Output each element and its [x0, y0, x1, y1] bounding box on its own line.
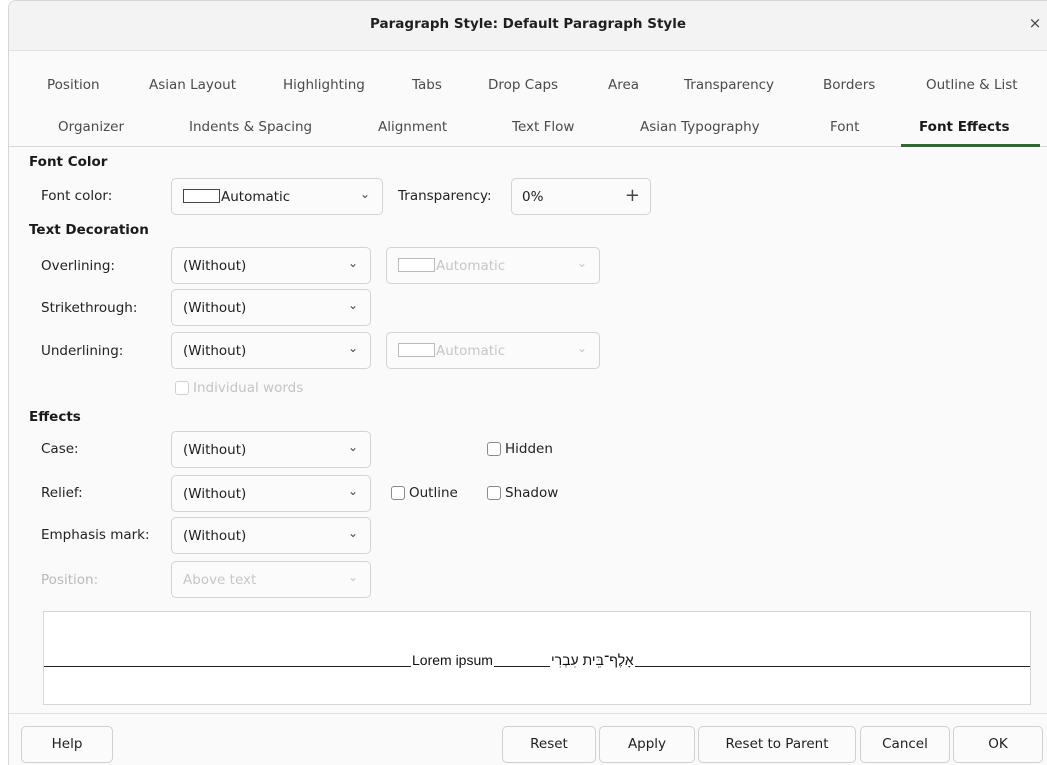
- relief-dropdown[interactable]: (Without) ⌄: [171, 475, 371, 512]
- case-label: Case:: [41, 441, 79, 457]
- tab-outline-list[interactable]: Outline & List: [926, 77, 1018, 93]
- tab-transparency[interactable]: Transparency: [684, 77, 774, 93]
- help-button[interactable]: Help: [21, 726, 113, 763]
- checkbox-box: [487, 486, 501, 500]
- dialog-title: Paragraph Style: Default Paragraph Style: [370, 16, 686, 32]
- section-font-color: Font Color: [29, 154, 108, 170]
- overlining-dropdown[interactable]: (Without) ⌄: [171, 247, 371, 284]
- font-color-dropdown[interactable]: Automatic ⌄: [171, 178, 383, 215]
- color-swatch: [183, 189, 220, 203]
- underlining-dropdown[interactable]: (Without) ⌄: [171, 332, 371, 369]
- chevron-down-icon: ⌄: [347, 440, 358, 454]
- hidden-label: Hidden: [505, 441, 553, 457]
- tab-organizer[interactable]: Organizer: [58, 119, 124, 135]
- chevron-down-icon: ⌄: [576, 341, 587, 355]
- transparency-value: 0%: [522, 189, 544, 205]
- underlining-value: (Without): [183, 343, 247, 359]
- underline-color-text: Automatic: [436, 343, 506, 359]
- tab-alignment[interactable]: Alignment: [378, 119, 447, 135]
- preview-hebrew-text: אָלֶף־בֵּית עִבְרִי: [550, 652, 635, 668]
- overlining-label: Overlining:: [41, 258, 115, 274]
- preview-baseline: [44, 666, 1030, 667]
- strikethrough-label: Strikethrough:: [41, 300, 138, 316]
- reset-to-parent-button[interactable]: Reset to Parent: [698, 726, 856, 763]
- outline-label: Outline: [409, 485, 458, 501]
- tab-indents-spacing[interactable]: Indents & Spacing: [189, 119, 312, 135]
- tab-text-flow[interactable]: Text Flow: [512, 119, 574, 135]
- case-value: (Without): [183, 442, 247, 458]
- cancel-button[interactable]: Cancel: [860, 726, 950, 763]
- overline-color-value: Automatic: [398, 258, 505, 274]
- emphasis-mark-value: (Without): [183, 528, 247, 544]
- outline-checkbox[interactable]: Outline: [391, 485, 458, 501]
- font-preview: Lorem ipsum אָלֶף־בֵּית עִבְרִי: [43, 611, 1031, 705]
- transparency-label: Transparency:: [398, 188, 492, 204]
- tab-highlighting[interactable]: Highlighting: [283, 77, 365, 93]
- relief-value: (Without): [183, 486, 247, 502]
- checkbox-box: [391, 486, 405, 500]
- font-color-value-text: Automatic: [221, 189, 291, 205]
- font-color-label: Font color:: [41, 188, 113, 204]
- overlining-value: (Without): [183, 258, 247, 274]
- chevron-down-icon: ⌄: [347, 484, 358, 498]
- strikethrough-value: (Without): [183, 300, 247, 316]
- checkbox-box: [487, 442, 501, 456]
- active-tab-indicator: [901, 144, 1040, 147]
- transparency-spinbox[interactable]: 0% +: [511, 178, 651, 215]
- position-dropdown: Above text ⌄: [171, 561, 371, 598]
- chevron-down-icon: ⌄: [347, 298, 358, 312]
- tab-font[interactable]: Font: [830, 119, 859, 135]
- checkbox-box: [175, 381, 189, 395]
- emphasis-mark-label: Emphasis mark:: [41, 527, 150, 543]
- position-label: Position:: [41, 572, 99, 588]
- chevron-down-icon: ⌄: [359, 187, 370, 201]
- overline-color-dropdown: Automatic ⌄: [386, 247, 600, 284]
- tab-area[interactable]: Area: [608, 77, 639, 93]
- hidden-checkbox[interactable]: Hidden: [487, 441, 553, 457]
- plus-icon[interactable]: +: [625, 185, 640, 206]
- tab-asian-typography[interactable]: Asian Typography: [640, 119, 760, 135]
- overline-color-text: Automatic: [436, 258, 506, 274]
- font-color-value: Automatic: [183, 189, 290, 205]
- ok-button[interactable]: OK: [953, 726, 1043, 763]
- tab-drop-caps[interactable]: Drop Caps: [488, 77, 558, 93]
- chevron-down-icon: ⌄: [576, 256, 587, 270]
- title-bar: Paragraph Style: Default Paragraph Style…: [9, 1, 1047, 51]
- individual-words-checkbox: Individual words: [175, 380, 303, 396]
- tab-font-effects[interactable]: Font Effects: [919, 119, 1010, 135]
- underlining-label: Underlining:: [41, 343, 124, 359]
- tab-tabs[interactable]: Tabs: [412, 77, 442, 93]
- button-bar-separator: [9, 713, 1047, 714]
- shadow-checkbox[interactable]: Shadow: [487, 485, 558, 501]
- section-effects: Effects: [29, 409, 81, 425]
- apply-button[interactable]: Apply: [599, 726, 695, 763]
- section-text-decoration: Text Decoration: [29, 222, 149, 238]
- tab-position[interactable]: Position: [47, 77, 100, 93]
- close-icon[interactable]: ×: [1027, 14, 1043, 32]
- individual-words-label: Individual words: [193, 380, 304, 396]
- color-swatch: [398, 343, 435, 357]
- underline-color-value: Automatic: [398, 343, 505, 359]
- chevron-down-icon: ⌄: [347, 341, 358, 355]
- preview-latin-text: Lorem ipsum: [411, 652, 494, 668]
- paragraph-style-dialog: Paragraph Style: Default Paragraph Style…: [8, 0, 1047, 765]
- strikethrough-dropdown[interactable]: (Without) ⌄: [171, 289, 371, 326]
- emphasis-mark-dropdown[interactable]: (Without) ⌄: [171, 517, 371, 554]
- chevron-down-icon: ⌄: [347, 526, 358, 540]
- shadow-label: Shadow: [505, 485, 559, 501]
- tab-divider: [9, 146, 1047, 147]
- relief-label: Relief:: [41, 485, 83, 501]
- case-dropdown[interactable]: (Without) ⌄: [171, 431, 371, 468]
- tab-borders[interactable]: Borders: [823, 77, 875, 93]
- tab-asian-layout[interactable]: Asian Layout: [149, 77, 236, 93]
- color-swatch: [398, 258, 435, 272]
- position-value: Above text: [183, 572, 257, 588]
- reset-button[interactable]: Reset: [502, 726, 596, 763]
- chevron-down-icon: ⌄: [347, 256, 358, 270]
- chevron-down-icon: ⌄: [347, 570, 358, 584]
- underline-color-dropdown: Automatic ⌄: [386, 332, 600, 369]
